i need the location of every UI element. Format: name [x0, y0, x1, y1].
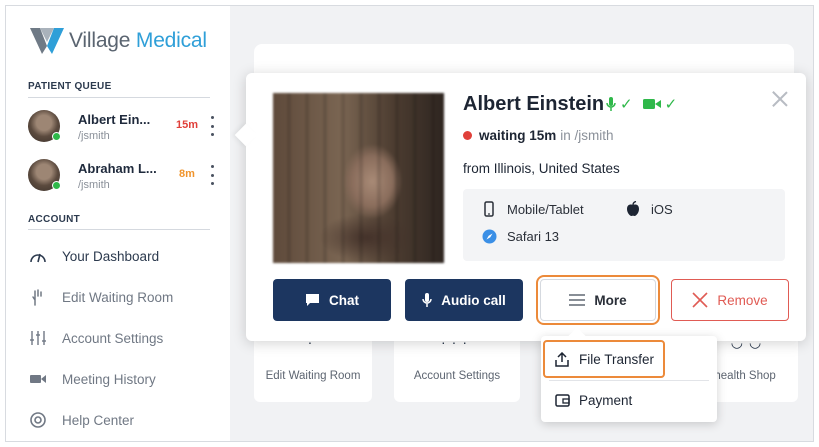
- queue-item-abraham[interactable]: Abraham L... /jsmith 8m: [26, 155, 222, 199]
- safari-icon: [481, 229, 497, 244]
- x-icon: [692, 292, 708, 308]
- close-icon[interactable]: [772, 91, 788, 107]
- patient-name: Albert Einstein: [463, 93, 605, 115]
- account-divider: [28, 229, 210, 230]
- queue-patient-room: /jsmith: [78, 130, 110, 142]
- device-os: iOS: [625, 201, 673, 217]
- queue-patient-name: Abraham L...: [78, 161, 157, 176]
- hamburger-icon: [569, 294, 586, 306]
- gauge-icon: [28, 246, 48, 266]
- waiting-room: in /jsmith: [560, 128, 614, 143]
- camera-icon: [642, 99, 661, 109]
- nav-help-center[interactable]: Help Center: [28, 408, 134, 432]
- more-dropdown-menu: File Transfer Payment: [541, 327, 717, 422]
- sidebar: Village Medical PATIENT QUEUE Albert Ein…: [6, 6, 230, 441]
- apple-icon: [625, 201, 641, 217]
- mic-check-icon: ✓: [620, 96, 633, 113]
- device-browser: Safari 13: [481, 229, 559, 244]
- waiting-time: waiting 15m: [479, 128, 557, 143]
- queue-item-albert[interactable]: Albert Ein... /jsmith 15m: [26, 106, 222, 150]
- village-medical-logo-icon: [30, 28, 64, 54]
- menu-item-file-transfer[interactable]: File Transfer: [543, 340, 665, 378]
- menu-divider: [549, 380, 709, 381]
- more-button[interactable]: More: [536, 275, 660, 325]
- remove-button[interactable]: Remove: [671, 279, 789, 321]
- account-label: ACCOUNT: [28, 214, 81, 225]
- audio-call-button[interactable]: Audio call: [405, 279, 523, 321]
- camera-check-icon: ✓: [664, 96, 678, 113]
- upload-icon: [553, 351, 571, 367]
- online-status-dot: [52, 132, 61, 141]
- waiting-dot: [463, 131, 472, 140]
- patient-location: from Illinois, United States: [463, 161, 620, 176]
- brand-name-village: Village: [69, 29, 131, 52]
- microphone-icon: [422, 292, 432, 308]
- queue-wait-time: 15m: [176, 119, 199, 131]
- media-status: ✓ ✓: [606, 95, 683, 113]
- app-frame: Village Medical PATIENT QUEUE Albert Ein…: [5, 5, 814, 442]
- menu-item-payment[interactable]: Payment: [545, 383, 713, 417]
- device-type: Mobile/Tablet: [481, 201, 584, 217]
- chat-button[interactable]: Chat: [273, 279, 391, 321]
- queue-divider: [28, 97, 210, 98]
- queue-patient-room: /jsmith: [78, 179, 110, 191]
- device-info: Mobile/Tablet iOS Safari 13: [463, 189, 785, 261]
- kebab-menu-icon[interactable]: [210, 165, 214, 185]
- nav-account-settings[interactable]: Account Settings: [28, 326, 163, 350]
- nav-edit-waiting-room[interactable]: Edit Waiting Room: [28, 285, 173, 309]
- microphone-icon: [606, 97, 616, 111]
- brand-name-medical: Medical: [135, 29, 207, 52]
- nav-your-dashboard[interactable]: Your Dashboard: [28, 244, 159, 268]
- hand-icon: [28, 287, 48, 307]
- avatar: [28, 110, 61, 142]
- avatar: [28, 159, 61, 191]
- queue-wait-time: 8m: [179, 168, 195, 180]
- brand-logo[interactable]: Village Medical: [28, 24, 207, 58]
- chat-bubble-icon: [305, 293, 320, 307]
- nav-meeting-history[interactable]: Meeting History: [28, 367, 156, 391]
- wallet-icon: [553, 393, 571, 407]
- queue-patient-name: Albert Ein...: [78, 112, 151, 127]
- sliders-icon: [28, 328, 48, 348]
- lifebuoy-icon: [28, 410, 48, 430]
- mobile-icon: [481, 201, 497, 217]
- patient-popover: Albert Einstein ✓ ✓ waiting 15m in /jsmi…: [234, 73, 806, 341]
- video-camera-icon: [28, 369, 48, 389]
- online-status-dot: [52, 181, 61, 190]
- patient-video-preview: [273, 93, 444, 263]
- patient-queue-label: PATIENT QUEUE: [28, 81, 112, 92]
- waiting-status: waiting 15m in /jsmith: [463, 128, 614, 143]
- kebab-menu-icon[interactable]: [210, 116, 214, 136]
